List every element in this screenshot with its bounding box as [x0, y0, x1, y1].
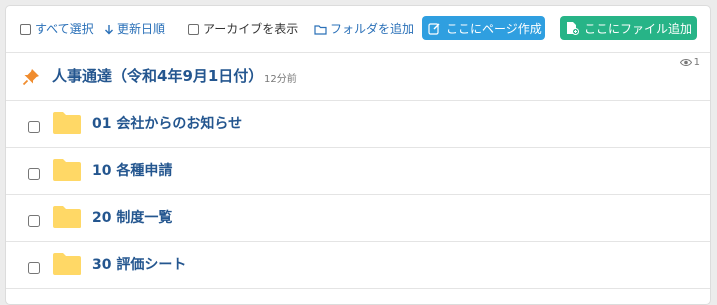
folder-name[interactable]: 01 会社からのお知らせ	[92, 115, 242, 133]
create-page-label[interactable]: ここにページ作成	[446, 20, 542, 37]
folder-icon	[53, 253, 81, 275]
folder-icon	[53, 159, 81, 181]
folder-row-checkbox[interactable]	[28, 168, 40, 180]
folder-row[interactable]: 01 会社からのお知らせ	[6, 101, 710, 148]
folder-row[interactable]: 20 制度一覧	[6, 195, 710, 242]
show-archive-box[interactable]	[188, 23, 199, 35]
add-folder-button[interactable]: フォルダを追加	[314, 21, 414, 37]
add-file-label[interactable]: ここにファイル追加	[584, 20, 692, 37]
edit-icon	[428, 22, 440, 35]
folder-row[interactable]: 10 各種申請	[6, 148, 710, 195]
folder-name[interactable]: 10 各種申請	[92, 162, 172, 180]
file-add-icon	[567, 22, 579, 35]
view-count: 1	[679, 57, 700, 68]
pinned-page-time: 12分前	[264, 74, 297, 85]
pinned-page-title[interactable]: 人事通達（令和4年9月1日付）	[52, 67, 263, 85]
show-archive-checkbox[interactable]: アーカイブを表示	[188, 21, 298, 37]
folder-outline-icon	[314, 24, 327, 35]
show-archive-label[interactable]: アーカイブを表示	[203, 21, 298, 37]
folder-icon	[53, 112, 81, 134]
toolbar: すべて選択 更新日順 アーカイブを表示 フォルダを追加 ここにページ作成 ここに…	[6, 6, 710, 53]
pin-icon	[22, 69, 39, 86]
folder-icon	[53, 206, 81, 228]
select-all-label[interactable]: すべて選択	[35, 21, 94, 37]
folder-row[interactable]: 30 評価シート	[6, 242, 710, 289]
sort-updated-button[interactable]: 更新日順	[104, 21, 165, 37]
add-folder-label[interactable]: フォルダを追加	[330, 21, 414, 37]
add-file-button[interactable]: ここにファイル追加	[560, 16, 697, 40]
folder-row-checkbox[interactable]	[28, 121, 40, 133]
arrow-down-icon	[105, 24, 113, 34]
create-page-button[interactable]: ここにページ作成	[422, 16, 545, 40]
select-all-checkbox[interactable]: すべて選択	[20, 21, 94, 37]
folder-name[interactable]: 20 制度一覧	[92, 209, 172, 227]
folder-row-checkbox[interactable]	[28, 215, 40, 227]
folder-name[interactable]: 30 評価シート	[92, 256, 186, 274]
folder-row-checkbox[interactable]	[28, 262, 40, 274]
eye-icon	[679, 59, 692, 66]
view-count-value: 1	[693, 57, 700, 68]
select-all-box[interactable]	[20, 23, 31, 35]
folder-panel: すべて選択 更新日順 アーカイブを表示 フォルダを追加 ここにページ作成 ここに…	[5, 5, 711, 305]
sort-updated-label[interactable]: 更新日順	[117, 21, 165, 37]
